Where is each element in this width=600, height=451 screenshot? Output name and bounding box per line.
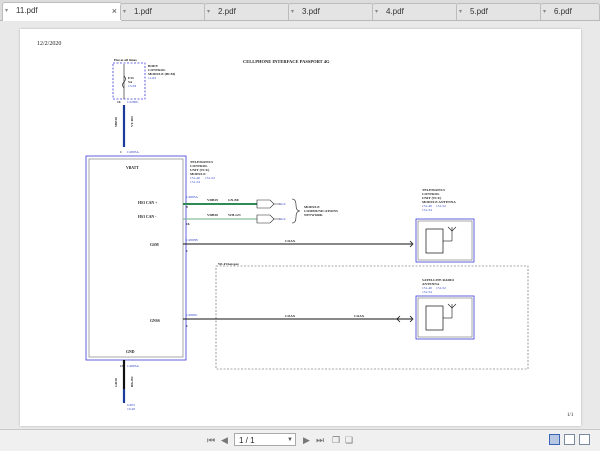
- tab-bar: ▾ 11.pdf × ▾ 1.pdf ▾ 2.pdf ▾ 3.pdf ▾ 4.p…: [0, 0, 600, 21]
- pages-icon[interactable]: ❏: [345, 434, 353, 446]
- g303-ref: 10-20: [127, 407, 135, 411]
- pdf-page: 12/2/2020 CELLPHONE INTERFACE PASSPORT 4…: [20, 29, 581, 426]
- tcu-box-inner: [88, 158, 184, 358]
- conn-arrow-plus: [256, 199, 275, 209]
- prev-page-icon[interactable]: ◀: [221, 434, 228, 446]
- coax-label-2: COAX: [285, 314, 296, 318]
- hs3-can-plus: HS3 CAN +: [138, 201, 157, 205]
- wifi-label: Wi-Fi hotspot: [218, 262, 239, 266]
- vdb30: VDB30: [207, 213, 218, 217]
- wire-bk-bu: BK-BU: [130, 375, 134, 387]
- wiring-diagram: 12/2/2020 CELLPHONE INTERFACE PASSPORT 4…: [37, 41, 574, 418]
- tel-ant-box-outer: [415, 218, 475, 263]
- pin-1c: 1: [186, 324, 188, 328]
- page-input[interactable]: 1 / 1 ▼: [234, 433, 296, 446]
- conn-c4803b: C4803B: [186, 238, 198, 242]
- sat-ant-box-outer: [415, 295, 475, 340]
- conn-c2280c: C2280C: [127, 100, 139, 104]
- gnss-label: GNSS: [150, 319, 160, 323]
- tab-menu-icon[interactable]: ▾: [207, 4, 210, 20]
- tab-label: 6.pdf: [554, 7, 572, 16]
- tab-1-pdf[interactable]: ▾ 1.pdf: [120, 3, 206, 20]
- sat-ref-2: 151-52: [436, 286, 446, 290]
- page-number: 1/1: [567, 413, 574, 418]
- bcm-ref: 11-63: [148, 76, 156, 80]
- chevron-down-icon[interactable]: ▼: [287, 434, 293, 447]
- gn-bu: GN-BU: [228, 198, 240, 202]
- tcu-box-outer: [85, 155, 187, 361]
- tab-menu-icon[interactable]: ▾: [291, 4, 294, 20]
- ref-14-9-b: 14-9: [279, 217, 286, 221]
- conn-arrow-minus: [256, 214, 275, 224]
- continuous-view-icon[interactable]: [564, 434, 575, 445]
- conn-c4803a-3: C4803A: [127, 364, 139, 368]
- fuse-ref: 13-63: [128, 84, 136, 88]
- sat-ant-element: [425, 305, 444, 331]
- pin-8: 8: [186, 205, 188, 209]
- vdb29: VDB29: [207, 198, 218, 202]
- first-page-icon[interactable]: ⏮: [207, 434, 215, 446]
- tel-ant-element: [425, 228, 444, 254]
- tab-label: 5.pdf: [470, 7, 488, 16]
- tab-4-pdf[interactable]: ▾ 4.pdf: [372, 3, 458, 20]
- tab-label: 4.pdf: [386, 7, 404, 16]
- tab-menu-icon[interactable]: ▾: [459, 4, 462, 20]
- pin-16b: 16: [186, 222, 190, 226]
- gnd-label: GND: [126, 350, 135, 354]
- doc-title: CELLPHONE INTERFACE PASSPORT 4G: [243, 59, 330, 64]
- tab-5-pdf[interactable]: ▾ 5.pdf: [456, 3, 542, 20]
- facing-view-icon[interactable]: [579, 434, 590, 445]
- wire-sbp38: SBP38: [114, 117, 118, 127]
- last-page-icon[interactable]: ⏭: [316, 434, 324, 446]
- tel-ant-ref-3: 151-54: [422, 208, 432, 212]
- conn-c4803a: C4803A: [127, 150, 139, 154]
- bracket: [291, 198, 301, 224]
- tab-label: 11.pdf: [16, 6, 38, 15]
- tab-2-pdf[interactable]: ▾ 2.pdf: [204, 3, 290, 20]
- hs3-can-minus: HS3 CAN -: [138, 215, 157, 219]
- wire-gd38: GD38: [114, 378, 118, 387]
- status-bar: ⏮ ◀ 1 / 1 ▼ ▶ ⏭ ❐ ❏: [0, 429, 600, 451]
- tcu-ref-2: 151-52: [205, 176, 215, 180]
- tab-menu-icon[interactable]: ▾: [375, 4, 378, 20]
- tab-3-pdf[interactable]: ▾ 3.pdf: [288, 3, 374, 20]
- tab-label: 3.pdf: [302, 7, 320, 16]
- ref-14-9-a: 14-9: [279, 202, 286, 206]
- gsm-label: GSM: [150, 243, 159, 247]
- conn-c4803c: C4803C: [186, 313, 198, 317]
- tcu-ref-3: 151-54: [190, 180, 200, 184]
- tab-menu-icon[interactable]: ▾: [5, 3, 8, 19]
- sat-ref-3: 151-54: [422, 290, 432, 294]
- wifi-region: [215, 265, 529, 370]
- close-icon[interactable]: ×: [112, 3, 117, 19]
- page-input-value: 1 / 1: [239, 436, 255, 445]
- conn-c4803a-2: C4803A: [186, 195, 198, 199]
- pin-1b: 1: [186, 249, 188, 253]
- tab-6-pdf[interactable]: ▾ 6.pdf: [540, 3, 600, 20]
- hot-label: Hot at all times: [114, 58, 137, 62]
- document-viewer[interactable]: 12/2/2020 CELLPHONE INTERFACE PASSPORT 4…: [0, 21, 600, 429]
- doc-date: 12/2/2020: [37, 41, 61, 47]
- pin-1: 1: [120, 150, 122, 154]
- coax-label-1: COAX: [285, 239, 296, 243]
- tab-menu-icon[interactable]: ▾: [543, 4, 546, 20]
- coax-label-3: COAX: [354, 314, 365, 318]
- wire-vt-rd: VT-RD: [130, 116, 134, 127]
- tab-label: 1.pdf: [134, 7, 152, 16]
- copy-page-icon[interactable]: ❐: [332, 434, 340, 446]
- wh-gn: WH-GN: [228, 213, 241, 217]
- single-page-view-icon[interactable]: [549, 434, 560, 445]
- vbatt-label: VBATT: [126, 166, 139, 170]
- tab-11-pdf[interactable]: ▾ 11.pdf ×: [2, 2, 122, 21]
- module-comm-3: NETWORK: [304, 213, 323, 217]
- tel-ant-ref-2: 151-52: [436, 204, 446, 208]
- pin-16: 16: [117, 100, 121, 104]
- next-page-icon[interactable]: ▶: [303, 434, 310, 446]
- tab-label: 2.pdf: [218, 7, 236, 16]
- tab-menu-icon[interactable]: ▾: [123, 4, 126, 20]
